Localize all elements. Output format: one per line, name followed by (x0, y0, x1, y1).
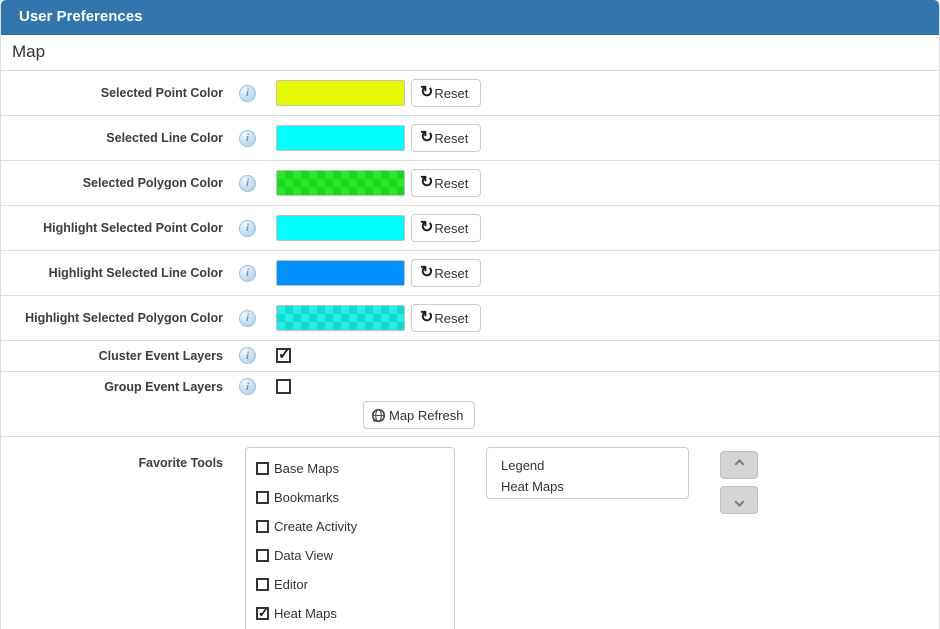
favorite-tools-list: Base Maps Bookmarks Create Activity Data… (245, 447, 455, 629)
tool-item-base-maps[interactable]: Base Maps (256, 461, 444, 476)
row-label: Highlight Selected Line Color (1, 266, 223, 280)
reorder-buttons (720, 447, 758, 514)
info-icon[interactable]: i (239, 85, 256, 102)
info-icon[interactable]: i (239, 310, 256, 327)
info-icon[interactable]: i (239, 130, 256, 147)
tool-item-data-view[interactable]: Data View (256, 548, 444, 563)
row-label: Highlight Selected Point Color (1, 221, 223, 235)
info-icon[interactable]: i (239, 175, 256, 192)
globe-refresh-icon (371, 408, 386, 423)
selected-favorite-item[interactable]: Legend (501, 455, 674, 476)
section-title-map: Map (1, 35, 939, 71)
cluster-event-layers-checkbox[interactable] (276, 348, 291, 363)
reset-button[interactable]: ↻Reset (411, 214, 481, 242)
row-label: Group Event Layers (1, 380, 223, 394)
group-event-layers-checkbox[interactable] (276, 379, 291, 394)
row-label: Highlight Selected Polygon Color (1, 311, 223, 325)
pref-row-highlight-selected-polygon-color: Highlight Selected Polygon Color i ↻Rese… (1, 296, 939, 341)
user-preferences-page: User Preferences Map Selected Point Colo… (0, 0, 940, 629)
chevron-down-icon (734, 496, 744, 506)
color-swatch[interactable] (276, 125, 405, 151)
pref-row-selected-line-color: Selected Line Color i ↻Reset (1, 116, 939, 161)
reset-icon: ↻ (420, 220, 433, 236)
map-refresh-button[interactable]: Map Refresh (363, 401, 475, 429)
reset-icon: ↻ (420, 85, 433, 101)
reset-button[interactable]: ↻Reset (411, 259, 481, 287)
reset-button[interactable]: ↻Reset (411, 169, 481, 197)
move-down-button[interactable] (720, 486, 758, 514)
info-icon[interactable]: i (239, 347, 256, 364)
reset-icon: ↻ (420, 310, 433, 326)
pref-row-highlight-selected-line-color: Highlight Selected Line Color i ↻Reset (1, 251, 939, 296)
color-swatch[interactable] (276, 305, 405, 331)
row-label: Favorite Tools (1, 447, 223, 470)
tool-checkbox[interactable] (256, 578, 269, 591)
row-label: Cluster Event Layers (1, 349, 223, 363)
row-label: Selected Point Color (1, 86, 223, 100)
tool-item-heat-maps[interactable]: Heat Maps (256, 606, 444, 621)
tool-item-bookmarks[interactable]: Bookmarks (256, 490, 444, 505)
reset-button[interactable]: ↻Reset (411, 124, 481, 152)
tool-item-editor[interactable]: Editor (256, 577, 444, 592)
tool-checkbox[interactable] (256, 607, 269, 620)
reset-icon: ↻ (420, 265, 433, 281)
info-icon[interactable]: i (239, 378, 256, 395)
chevron-up-icon (734, 459, 744, 469)
reset-button[interactable]: ↻Reset (411, 79, 481, 107)
tool-checkbox[interactable] (256, 491, 269, 504)
pref-row-cluster-event-layers: Cluster Event Layers i (1, 341, 939, 372)
pref-row-selected-polygon-color: Selected Polygon Color i ↻Reset (1, 161, 939, 206)
info-icon[interactable]: i (239, 265, 256, 282)
selected-favorites-list[interactable]: Legend Heat Maps (486, 447, 689, 499)
tool-item-create-activity[interactable]: Create Activity (256, 519, 444, 534)
tool-checkbox[interactable] (256, 462, 269, 475)
row-label: Selected Line Color (1, 131, 223, 145)
color-swatch[interactable] (276, 260, 405, 286)
tool-checkbox[interactable] (256, 520, 269, 533)
favorite-tools-row: Favorite Tools Base Maps Bookmarks Creat… (1, 437, 939, 629)
color-swatch[interactable] (276, 80, 405, 106)
user-preferences-panel: User Preferences Map Selected Point Colo… (0, 0, 940, 629)
panel-title: User Preferences (1, 0, 939, 35)
selected-favorite-item[interactable]: Heat Maps (501, 476, 674, 497)
info-icon[interactable]: i (239, 220, 256, 237)
color-swatch[interactable] (276, 215, 405, 241)
tool-checkbox[interactable] (256, 549, 269, 562)
pref-row-group-event-layers: Group Event Layers i M (1, 372, 939, 437)
reset-icon: ↻ (420, 175, 433, 191)
row-label: Selected Polygon Color (1, 176, 223, 190)
move-up-button[interactable] (720, 451, 758, 479)
color-swatch[interactable] (276, 170, 405, 196)
pref-row-highlight-selected-point-color: Highlight Selected Point Color i ↻Reset (1, 206, 939, 251)
pref-row-selected-point-color: Selected Point Color i ↻Reset (1, 71, 939, 116)
reset-icon: ↻ (420, 130, 433, 146)
reset-button[interactable]: ↻Reset (411, 304, 481, 332)
